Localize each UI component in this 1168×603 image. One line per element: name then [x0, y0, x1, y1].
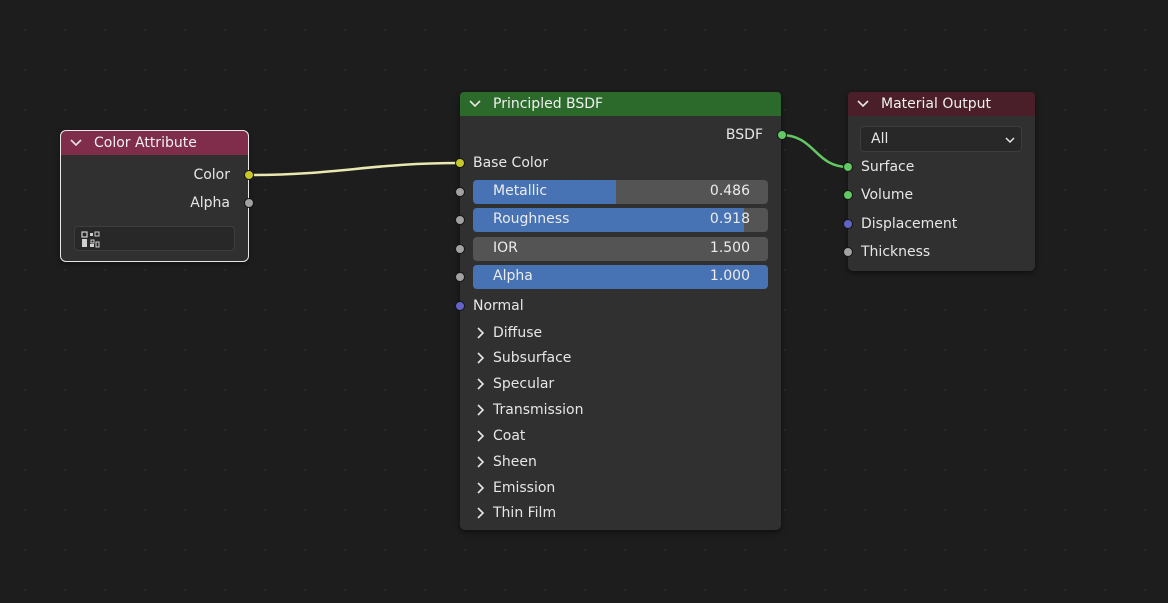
chevron-down-icon[interactable] — [69, 136, 83, 150]
panel-label: Specular — [493, 376, 555, 392]
roughness-slider[interactable]: Roughness 0.918 — [473, 208, 768, 232]
input-volume-label: Volume — [861, 187, 914, 203]
alpha-label: Alpha — [493, 268, 533, 284]
input-normal-row: Normal — [455, 295, 781, 317]
alpha-value: 1.000 — [709, 268, 750, 284]
ior-label: IOR — [493, 240, 518, 256]
color-attribute-header[interactable]: Color Attribute — [61, 131, 248, 155]
input-roughness-socket[interactable] — [455, 215, 465, 225]
input-normal-socket[interactable] — [455, 301, 465, 311]
panel-emission[interactable]: Emission — [473, 477, 781, 499]
input-base-color-label: Base Color — [473, 155, 549, 171]
input-thickness-socket[interactable] — [843, 247, 853, 257]
material-output-node[interactable]: Material Output All Surface Volume Displ… — [843, 92, 1035, 271]
target-dropdown[interactable]: All — [860, 126, 1022, 152]
dropdown-arrow-icon — [1005, 137, 1015, 144]
chevron-down-icon[interactable] — [468, 97, 482, 111]
chevron-right-icon — [477, 378, 485, 390]
node-title: Color Attribute — [94, 135, 197, 151]
input-displacement-label: Displacement — [861, 216, 958, 232]
roughness-value: 0.918 — [709, 211, 750, 227]
panel-coat[interactable]: Coat — [473, 425, 781, 447]
output-color-socket[interactable] — [244, 170, 254, 180]
material-output-header[interactable]: Material Output — [848, 92, 1035, 116]
ior-slider[interactable]: IOR 1.500 — [473, 237, 768, 261]
panel-label: Sheen — [493, 454, 537, 470]
alpha-slider[interactable]: Alpha 1.000 — [473, 265, 768, 289]
chevron-right-icon — [477, 352, 485, 364]
chevron-right-icon — [477, 482, 485, 494]
panel-label: Thin Film — [493, 505, 557, 521]
input-thickness-label: Thickness — [861, 244, 931, 260]
output-alpha-label: Alpha — [190, 195, 230, 211]
chevron-right-icon — [477, 456, 485, 468]
input-base-color-row: Base Color — [455, 152, 781, 174]
chevron-right-icon — [477, 327, 485, 339]
roughness-label: Roughness — [493, 211, 570, 227]
output-color-label: Color — [193, 167, 230, 183]
input-volume-row: Volume — [843, 184, 1035, 206]
metallic-label: Metallic — [493, 183, 548, 199]
input-displacement-socket[interactable] — [843, 219, 853, 229]
panel-label: Emission — [493, 480, 556, 496]
chevron-down-icon[interactable] — [856, 97, 870, 111]
chevron-right-icon — [477, 430, 485, 442]
input-surface-row: Surface — [843, 156, 1035, 178]
panel-thin-film[interactable]: Thin Film — [473, 502, 781, 524]
panel-subsurface[interactable]: Subsurface — [473, 347, 781, 369]
output-bsdf-socket[interactable] — [777, 130, 787, 140]
principled-bsdf-header[interactable]: Principled BSDF — [460, 92, 781, 116]
metallic-value: 0.486 — [709, 183, 750, 199]
panel-transmission[interactable]: Transmission — [473, 399, 781, 421]
output-bsdf-row: BSDF — [460, 124, 787, 146]
input-base-color-socket[interactable] — [455, 158, 465, 168]
target-value: All — [871, 131, 889, 147]
panel-diffuse[interactable]: Diffuse — [473, 322, 781, 344]
panel-specular[interactable]: Specular — [473, 373, 781, 395]
attribute-selector-field[interactable] — [74, 226, 235, 251]
input-ior-socket[interactable] — [455, 244, 465, 254]
panel-label: Coat — [493, 428, 526, 444]
color-attribute-icon — [81, 231, 101, 252]
panel-label: Diffuse — [493, 325, 543, 341]
node-title: Principled BSDF — [493, 96, 604, 112]
metallic-slider[interactable]: Metallic 0.486 — [473, 180, 768, 204]
principled-bsdf-node[interactable]: Principled BSDF BSDF Base Color Metallic… — [455, 92, 787, 530]
input-displacement-row: Displacement — [843, 213, 1035, 235]
input-thickness-row: Thickness — [843, 241, 1035, 263]
input-metallic-socket[interactable] — [455, 187, 465, 197]
input-surface-socket[interactable] — [843, 162, 853, 172]
node-title: Material Output — [881, 96, 991, 112]
chevron-right-icon — [477, 507, 485, 519]
input-normal-label: Normal — [473, 298, 524, 314]
link-bsdf-to-surface — [780, 133, 849, 169]
input-volume-socket[interactable] — [843, 190, 853, 200]
output-color-row: Color — [61, 164, 254, 186]
panel-sheen[interactable]: Sheen — [473, 451, 781, 473]
output-alpha-row: Alpha — [61, 192, 254, 214]
ior-value: 1.500 — [709, 240, 750, 256]
input-surface-label: Surface — [861, 159, 915, 175]
link-color-to-base-color — [247, 161, 461, 177]
input-alpha-socket[interactable] — [455, 272, 465, 282]
node-editor-canvas[interactable]: Color Attribute Color Alpha Principled B… — [0, 0, 1168, 603]
output-alpha-socket[interactable] — [244, 198, 254, 208]
color-attribute-node[interactable]: Color Attribute Color Alpha — [60, 130, 254, 262]
chevron-right-icon — [477, 404, 485, 416]
panel-label: Subsurface — [493, 350, 572, 366]
panel-label: Transmission — [493, 402, 584, 418]
output-bsdf-label: BSDF — [725, 127, 763, 143]
